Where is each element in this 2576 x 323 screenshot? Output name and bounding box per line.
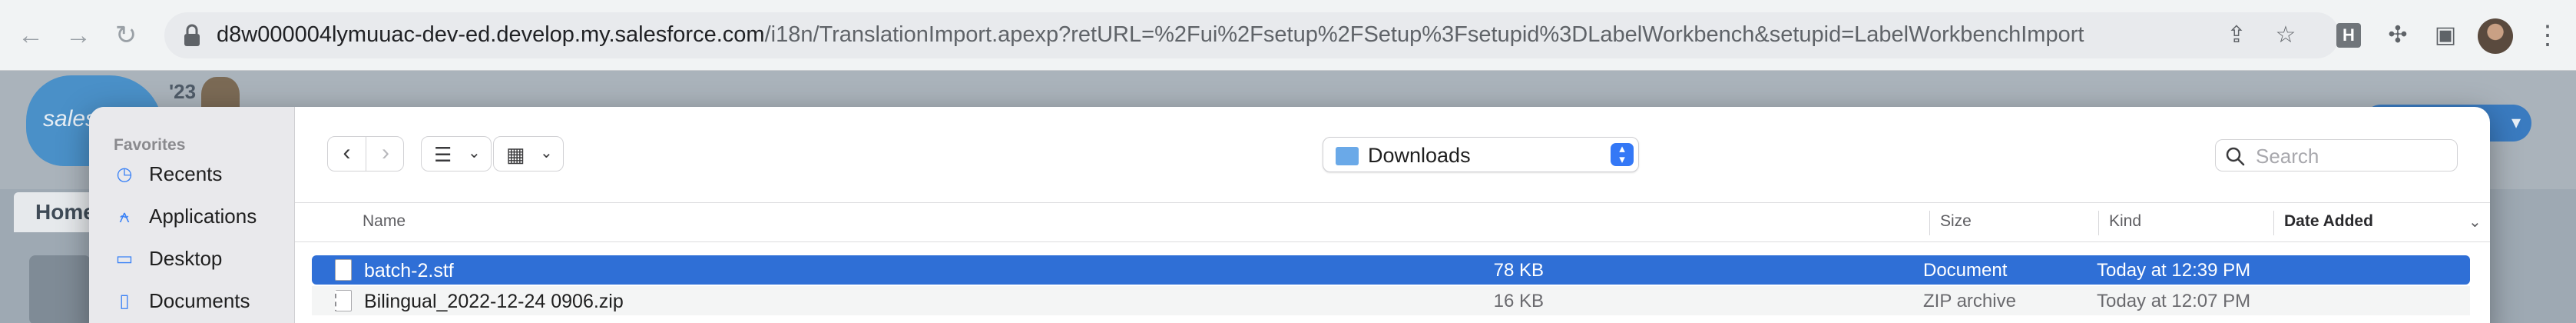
extension-h-icon[interactable]: H — [2336, 23, 2361, 48]
back-button[interactable]: ‹ — [328, 137, 366, 171]
search-input[interactable]: Search — [2215, 139, 2458, 171]
zip-archive-icon — [335, 290, 352, 311]
file-name: batch-2.stf — [364, 260, 454, 281]
column-kind[interactable]: Kind — [2109, 212, 2141, 231]
forward-button[interactable]: › — [366, 137, 405, 171]
url-host: d8w000004lymuuac-dev-ed.develop.my.sales… — [217, 22, 765, 47]
browser-toolbar: ← → ↻ d8w000004lymuuac-dev-ed.develop.my… — [0, 0, 2576, 71]
folder-icon — [1336, 147, 1359, 165]
column-divider[interactable] — [1929, 211, 1930, 235]
up-down-chevron-icon: ▴ ▾ — [1611, 143, 1634, 166]
dialog-sidebar: Favorites ◷ Recents ⍲ Applications ▭ Des… — [89, 107, 295, 323]
search-placeholder: Search — [2256, 145, 2319, 168]
column-header: Name Size Kind Date Added ⌄ — [295, 202, 2490, 242]
sidebar-item-recents[interactable]: ◷ Recents — [114, 159, 290, 190]
dialog-main: ‹ › ☰ ⌄ ▦ ⌄ Downloads ▴ ▾ Search Name Siz… — [295, 107, 2490, 323]
chevron-down-icon: ⌄ — [468, 145, 481, 162]
column-name[interactable]: Name — [363, 212, 406, 231]
location-popup[interactable]: Downloads ▴ ▾ — [1323, 137, 1639, 172]
group-view-button[interactable]: ▦ ⌄ — [493, 136, 564, 171]
sidebar-item-applications[interactable]: ⍲ Applications — [114, 201, 290, 232]
profile-avatar[interactable] — [2478, 18, 2513, 54]
favorites-heading: Favorites — [114, 136, 186, 154]
menu-dots-icon[interactable]: ⋮ — [2535, 20, 2561, 51]
file-size: 78 KB — [1493, 260, 1544, 281]
sort-chevron-icon[interactable]: ⌄ — [2468, 212, 2482, 231]
url-text[interactable]: d8w000004lymuuac-dev-ed.develop.my.sales… — [217, 22, 2084, 48]
file-open-dialog: Favorites ◷ Recents ⍲ Applications ▭ Des… — [89, 107, 2490, 323]
sidebar-item-label: Applications — [149, 205, 257, 228]
sidebar-item-label: Desktop — [149, 247, 223, 270]
column-date-added[interactable]: Date Added — [2284, 212, 2373, 231]
column-size[interactable]: Size — [1940, 212, 1972, 231]
clock-icon: ◷ — [116, 164, 133, 185]
file-size: 16 KB — [1493, 291, 1544, 311]
location-label: Downloads — [1368, 144, 1471, 167]
forward-arrow-icon[interactable]: → — [60, 17, 97, 54]
desktop-icon: ▭ — [115, 248, 134, 269]
file-name: Bilingual_2022-12-24 0906.zip — [364, 291, 624, 312]
file-date-added: Today at 12:39 PM — [2097, 260, 2251, 281]
file-kind: Document — [1923, 260, 2008, 281]
sidebar-item-desktop[interactable]: ▭ Desktop — [114, 244, 290, 275]
page-tile — [29, 255, 91, 323]
chevron-down-icon: ⌄ — [540, 145, 553, 162]
applications-icon: ⍲ — [118, 206, 131, 227]
lock-icon[interactable] — [181, 23, 203, 48]
release-badge: '23 — [169, 80, 197, 103]
history-nav: ‹ › — [327, 136, 404, 171]
share-icon[interactable]: ⇪ — [2223, 22, 2250, 49]
list-view-icon: ☰ — [434, 143, 452, 166]
reload-icon[interactable]: ↻ — [108, 17, 144, 54]
bookmark-star-icon[interactable]: ☆ — [2272, 22, 2300, 49]
side-panel-icon[interactable]: ▣ — [2432, 22, 2459, 49]
document-icon — [335, 259, 352, 281]
chevron-down-icon[interactable]: ▾ — [2511, 105, 2521, 142]
grid-view-icon: ▦ — [506, 143, 525, 166]
file-row[interactable]: Bilingual_2022-12-24 0906.zip 16 KB ZIP … — [312, 286, 2470, 315]
file-date-added: Today at 12:07 PM — [2097, 291, 2251, 311]
sidebar-item-documents[interactable]: ▯ Documents — [114, 286, 290, 317]
url-path: /i18n/TranslationImport.apexp?retURL=%2F… — [764, 22, 2084, 47]
search-icon — [2226, 147, 2245, 166]
extensions-puzzle-icon[interactable]: ✣ — [2384, 22, 2412, 49]
list-view-button[interactable]: ☰ ⌄ — [421, 136, 492, 171]
document-icon: ▯ — [119, 291, 130, 311]
column-divider[interactable] — [2098, 211, 2099, 235]
file-kind: ZIP archive — [1923, 291, 2016, 311]
sidebar-item-label: Recents — [149, 162, 223, 185]
file-row[interactable]: batch-2.stf 78 KB Document Today at 12:3… — [312, 255, 2470, 285]
column-divider[interactable] — [2273, 211, 2274, 235]
sidebar-item-label: Documents — [149, 289, 250, 312]
back-arrow-icon[interactable]: ← — [12, 17, 49, 54]
